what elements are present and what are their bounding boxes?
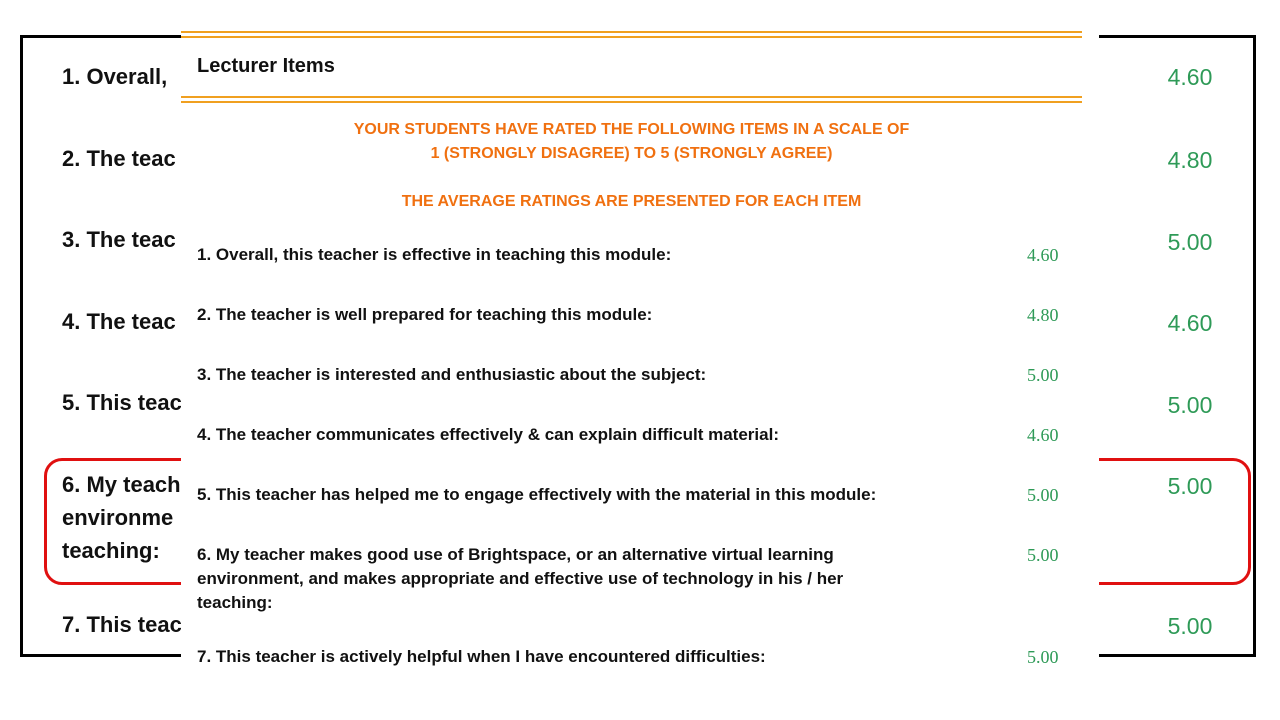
rating-item-label: 6. My teacher makes good use of Brightsp… bbox=[197, 545, 844, 612]
rating-item-score: 4.60 bbox=[1027, 425, 1059, 445]
rating-item-score: 5.00 bbox=[1027, 485, 1059, 505]
bg-item-7-label: 7. This teac bbox=[62, 612, 182, 637]
rating-item-label: 2. The teacher is well prepared for teac… bbox=[197, 305, 653, 324]
bg-item-3-label: 3. The teac bbox=[62, 227, 176, 252]
bg-item-7-score: 5.00 bbox=[1167, 613, 1213, 639]
rating-item-score: 5.00 bbox=[1027, 365, 1059, 385]
bg-item-1-label: 1. Overall, bbox=[62, 64, 168, 89]
bg-item-3-score: 5.00 bbox=[1167, 229, 1213, 255]
rating-item-score: 5.00 bbox=[1027, 545, 1059, 565]
rating-item-label: 5. This teacher has helped me to engage … bbox=[197, 485, 877, 504]
rating-scale-banner-line2: 1 (STRONGLY DISAGREE) TO 5 (STRONGLY AGR… bbox=[430, 145, 833, 162]
bg-item-1-score: 4.60 bbox=[1167, 64, 1213, 90]
rating-item-score: 4.60 bbox=[1027, 245, 1059, 265]
panel-title: Lecturer Items bbox=[197, 55, 335, 77]
title-rule-2 bbox=[181, 101, 1082, 103]
rating-scale-banner-line1: YOUR STUDENTS HAVE RATED THE FOLLOWING I… bbox=[353, 121, 910, 138]
bg-item-5-score: 5.00 bbox=[1167, 392, 1213, 418]
rating-item-label: 1. Overall, this teacher is effective in… bbox=[197, 245, 672, 264]
average-ratings-banner: THE AVERAGE RATINGS ARE PRESENTED FOR EA… bbox=[401, 193, 862, 210]
lecturer-items-panel: Lecturer Items YOUR STUDENTS HAVE RATED … bbox=[181, 31, 1099, 691]
bg-item-5-label: 5. This teac bbox=[62, 390, 182, 415]
rating-item-label: 7. This teacher is actively helpful when… bbox=[197, 647, 766, 666]
top-rule-2 bbox=[181, 36, 1082, 38]
bg-item-4-label: 4. The teac bbox=[62, 309, 176, 334]
top-rule bbox=[181, 31, 1082, 33]
rating-item-score: 5.00 bbox=[1027, 647, 1059, 667]
rating-item-score: 4.80 bbox=[1027, 305, 1059, 325]
bg-item-4-score: 4.60 bbox=[1167, 310, 1213, 336]
rating-item-label: 3. The teacher is interested and enthusi… bbox=[197, 365, 707, 384]
bg-item-2-label: 2. The teac bbox=[62, 146, 176, 171]
bg-item-2-score: 4.80 bbox=[1167, 147, 1213, 173]
rating-item-label: 4. The teacher communicates effectively … bbox=[197, 425, 779, 444]
title-rule bbox=[181, 96, 1082, 98]
